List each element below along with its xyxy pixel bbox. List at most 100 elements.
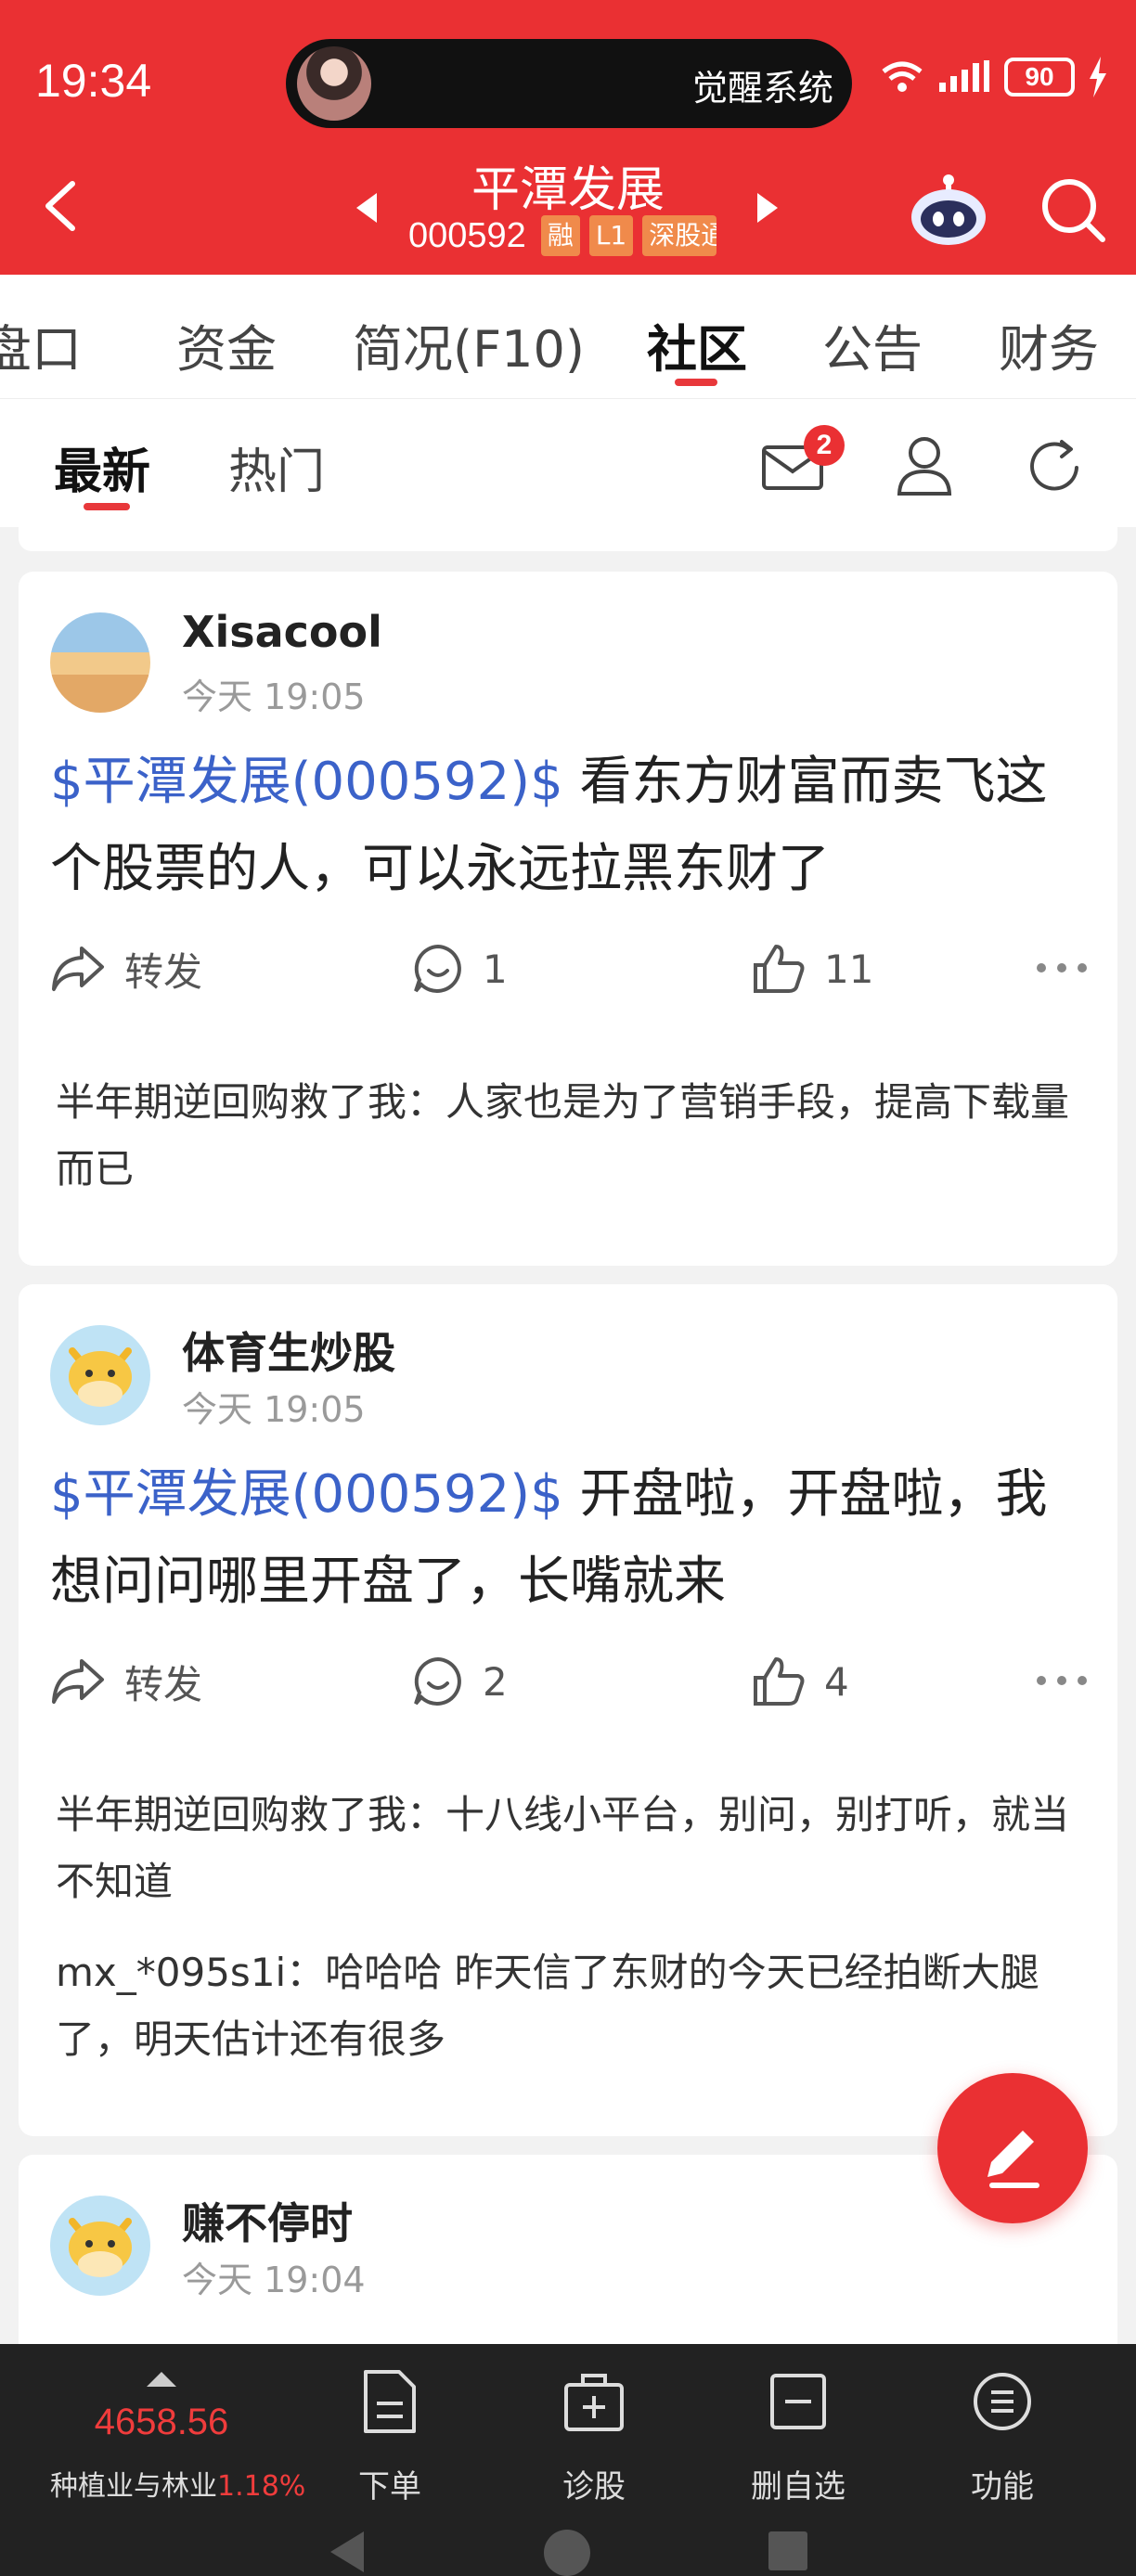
post-card[interactable]: Xisacool 今天 19:05 $平潭发展(000592)$ 看东方财富而卖… bbox=[19, 572, 1117, 1266]
avatar[interactable] bbox=[50, 1325, 150, 1425]
nav-recents-icon[interactable] bbox=[767, 2530, 809, 2572]
place-order-button[interactable]: 下单 bbox=[325, 2368, 455, 2507]
post-time: 今天 19:05 bbox=[182, 676, 366, 717]
user-icon[interactable] bbox=[895, 434, 954, 497]
status-icons: 90 bbox=[880, 54, 1108, 100]
like-count: 4 bbox=[824, 1658, 849, 1705]
comment-icon bbox=[414, 944, 461, 993]
stock-code: 000592 bbox=[408, 215, 526, 255]
tab-f10[interactable]: 简况(F10) bbox=[353, 308, 585, 381]
reply-item[interactable]: 半年期逆回购救了我：人家也是为了营销手段，提高下载量而已 bbox=[56, 1069, 1077, 1203]
stock-subtitle: 000592 融 L1 深股通 bbox=[408, 215, 717, 256]
shenzhen-connect-tag: 深股通 bbox=[642, 215, 717, 256]
post-username[interactable]: Xisacool bbox=[182, 607, 382, 657]
share-label: 转发 bbox=[124, 948, 203, 995]
reply-author[interactable]: 半年期逆回购救了我： bbox=[56, 1792, 445, 1837]
margin-tag: 融 bbox=[540, 215, 580, 256]
level1-tag: L1 bbox=[588, 215, 634, 256]
post-actions: 转发 2 4 bbox=[50, 1648, 1090, 1715]
comment-count: 1 bbox=[483, 946, 508, 992]
subtab-latest[interactable]: 最新 bbox=[54, 432, 150, 502]
media-thumbnail bbox=[297, 46, 371, 121]
reply-author[interactable]: mx_*095s1i： bbox=[56, 1950, 325, 1995]
functions-button[interactable]: 功能 bbox=[937, 2368, 1067, 2507]
index-change-pct: 1.18% bbox=[217, 2470, 306, 2503]
index-value: 4658.56 bbox=[94, 2402, 229, 2442]
tab-announcements[interactable]: 公告 bbox=[822, 308, 923, 381]
order-document-icon bbox=[364, 2370, 416, 2433]
status-bar: 19:34 觉醒系统 90 bbox=[0, 0, 1136, 158]
comment-count: 2 bbox=[483, 1658, 508, 1705]
more-options-icon[interactable] bbox=[1034, 954, 1090, 982]
tab-pankou[interactable]: 盘口 bbox=[0, 308, 82, 381]
minus-box-icon bbox=[770, 2374, 826, 2429]
mail-badge: 2 bbox=[804, 425, 845, 466]
subtab-hot[interactable]: 热门 bbox=[228, 432, 325, 502]
remove-watchlist-label: 删自选 bbox=[751, 2468, 846, 2505]
cow-avatar-icon bbox=[69, 2218, 132, 2277]
like-button[interactable]: 4 bbox=[752, 1648, 849, 1715]
stock-diagnosis-label: 诊股 bbox=[562, 2468, 626, 2505]
sector-index-widget[interactable]: 4658.56 种植业与林业1.18% bbox=[22, 2363, 319, 2504]
active-tab-indicator bbox=[675, 379, 717, 386]
post-body[interactable]: $平潭发展(000592)$ 看东方财富而卖飞这个股票的人，可以永远拉黑东财了 bbox=[50, 739, 1090, 913]
post-actions: 转发 1 11 bbox=[50, 935, 1090, 1002]
stock-mention-link[interactable]: $平潭发展(000592)$ bbox=[50, 1464, 563, 1525]
app-header: 19:34 觉醒系统 90 平潭发展 000592 融 L1 深股通 bbox=[0, 0, 1136, 275]
nav-home-icon[interactable] bbox=[542, 2528, 592, 2576]
cow-avatar-icon bbox=[69, 1347, 132, 1407]
index-name: 种植业与林业1.18% bbox=[50, 2463, 305, 2504]
remove-watchlist-button[interactable]: 删自选 bbox=[733, 2368, 863, 2507]
avatar[interactable] bbox=[50, 2196, 150, 2296]
avatar[interactable] bbox=[50, 612, 150, 713]
tab-finance[interactable]: 财务 bbox=[999, 308, 1099, 381]
community-subtabs: 最新 热门 2 bbox=[0, 399, 1136, 527]
tab-capital[interactable]: 资金 bbox=[176, 308, 277, 381]
reply-item[interactable]: 半年期逆回购救了我：十八线小平台，别问，别打听，就当不知道 bbox=[56, 1782, 1077, 1915]
reply-author[interactable]: 半年期逆回购救了我： bbox=[56, 1079, 445, 1125]
status-time: 19:34 bbox=[35, 55, 152, 107]
stock-diagnosis-button[interactable]: 诊股 bbox=[529, 2368, 659, 2507]
system-navigation-bar bbox=[0, 2520, 1136, 2576]
active-subtab-indicator bbox=[84, 503, 130, 510]
more-options-icon[interactable] bbox=[1034, 1667, 1090, 1694]
tab-community[interactable]: 社区 bbox=[647, 308, 747, 381]
place-order-label: 下单 bbox=[358, 2468, 421, 2505]
next-stock-arrow[interactable] bbox=[757, 193, 778, 223]
bottom-toolbar: 4658.56 种植业与林业1.18% 下单 诊股 删自选 功能 bbox=[0, 2344, 1136, 2576]
compose-post-button[interactable] bbox=[937, 2073, 1088, 2223]
wifi-icon bbox=[882, 61, 923, 92]
previous-post-edge bbox=[19, 527, 1117, 551]
share-icon bbox=[52, 947, 104, 991]
refresh-icon[interactable] bbox=[1025, 436, 1086, 497]
ai-assistant-icon[interactable] bbox=[908, 173, 989, 247]
comment-button[interactable]: 1 bbox=[412, 935, 508, 1002]
post-time: 今天 19:05 bbox=[182, 1389, 366, 1430]
post-body[interactable]: $平潭发展(000592)$ 开盘啦，开盘啦，我想问问哪里开盘了，长嘴就来 bbox=[50, 1451, 1090, 1626]
post-card[interactable]: 体育生炒股 今天 19:05 $平潭发展(000592)$ 开盘啦，开盘啦，我想… bbox=[19, 1284, 1117, 2136]
dynamic-island[interactable]: 觉醒系统 bbox=[286, 39, 852, 128]
like-button[interactable]: 11 bbox=[752, 935, 873, 1002]
nav-back-icon[interactable] bbox=[327, 2528, 368, 2576]
reply-item[interactable]: mx_*095s1i：哈哈哈 昨天信了东财的今天已经拍断大腿了，明天估计还有很多 bbox=[56, 1939, 1077, 2073]
sector-name: 种植业与林业 bbox=[50, 2470, 217, 2503]
share-label: 转发 bbox=[124, 1661, 203, 1707]
functions-label: 功能 bbox=[971, 2468, 1034, 2505]
comment-button[interactable]: 2 bbox=[412, 1648, 508, 1715]
stock-mention-link[interactable]: $平潭发展(000592)$ bbox=[50, 752, 563, 812]
share-button[interactable]: 转发 bbox=[50, 935, 202, 1002]
like-count: 11 bbox=[824, 946, 874, 992]
battery-indicator: 90 bbox=[1004, 58, 1075, 97]
search-icon[interactable] bbox=[1038, 174, 1108, 245]
comment-icon bbox=[414, 1656, 461, 1706]
thumbs-up-icon bbox=[754, 1657, 805, 1706]
post-username[interactable]: 体育生炒股 bbox=[182, 1320, 395, 1381]
charging-icon bbox=[1090, 57, 1106, 97]
thumbs-up-icon bbox=[754, 945, 805, 993]
expand-caret-icon bbox=[147, 2372, 176, 2387]
medical-kit-icon bbox=[564, 2374, 624, 2431]
post-username[interactable]: 赚不停时 bbox=[182, 2190, 353, 2251]
pencil-icon bbox=[988, 2131, 1039, 2188]
share-button[interactable]: 转发 bbox=[50, 1648, 202, 1715]
share-icon bbox=[52, 1659, 104, 1704]
